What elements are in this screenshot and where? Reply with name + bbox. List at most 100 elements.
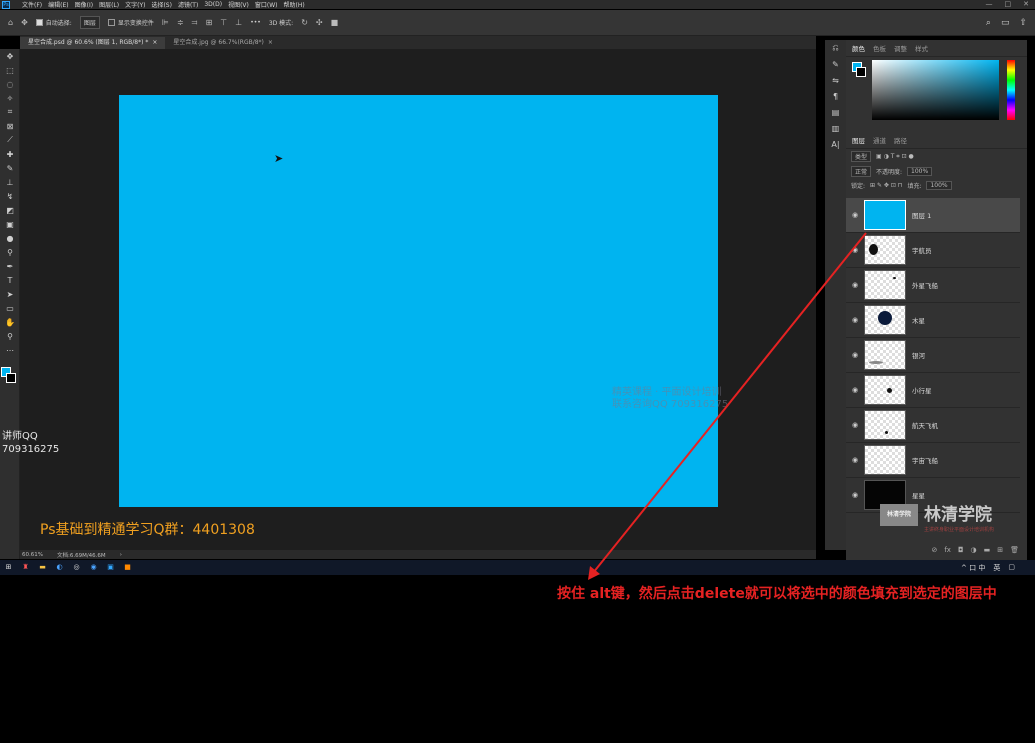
layer-thumbnail[interactable] (864, 235, 906, 265)
hue-slider[interactable] (1007, 60, 1015, 120)
tab-paths[interactable]: 路径 (894, 135, 907, 145)
menu-file[interactable]: 文件(F) (22, 0, 42, 9)
healing-brush-tool-icon[interactable]: ✚ (0, 147, 20, 161)
history-brush-tool-icon[interactable]: ↯ (0, 189, 20, 203)
adjustment-layer-icon[interactable]: ◑ (971, 546, 977, 558)
layer-row[interactable]: ◉ 宇宙飞船 (846, 443, 1020, 478)
lock-icons[interactable]: ⊞ ✎ ✥ ⊡ ⊓ (870, 182, 902, 189)
menu-view[interactable]: 视图(V) (228, 0, 249, 9)
photoshop-logo-icon[interactable]: Ps (2, 0, 10, 9)
eraser-tool-icon[interactable]: ◩ (0, 203, 20, 217)
fx-icon[interactable]: fx (944, 546, 951, 558)
marquee-tool-icon[interactable]: ⬚ (0, 63, 20, 77)
recorder-icon[interactable]: ■ (123, 563, 132, 572)
document-tab-jpg[interactable]: 星空合成.jpg @ 66.7%(RGB/8*) × (165, 37, 281, 49)
search-icon[interactable]: ⌕ (986, 18, 991, 28)
visibility-eye-icon[interactable]: ◉ (846, 316, 864, 324)
hand-tool-icon[interactable]: ✋ (0, 315, 20, 329)
menu-window[interactable]: 窗口(W) (255, 0, 278, 9)
more-options-button[interactable]: ••• (250, 19, 261, 26)
align-top-icon[interactable]: ⊤ (220, 18, 227, 27)
chrome-icon[interactable]: ◎ (72, 563, 81, 572)
layer-thumbnail[interactable] (864, 375, 906, 405)
tab-layers[interactable]: 图层 (852, 135, 865, 145)
document-canvas[interactable] (119, 95, 718, 507)
lasso-tool-icon[interactable]: ◌ (0, 77, 20, 91)
link-layers-icon[interactable]: ⊘ (931, 546, 937, 558)
3d-pan-icon[interactable]: ✣ (316, 18, 323, 27)
new-layer-icon[interactable]: ⊞ (997, 546, 1003, 558)
tab-adjustments[interactable]: 调整 (894, 43, 907, 53)
3d-orbit-icon[interactable]: ↻ (301, 18, 308, 27)
tray-icons[interactable]: ^ 口 中 (961, 563, 985, 573)
paragraph-icon[interactable]: ¶ (825, 88, 846, 104)
type-tool-icon[interactable]: T (0, 273, 20, 287)
layer-row[interactable]: ◉ 木星 (846, 303, 1020, 338)
align-right-icon[interactable]: ⫤ (192, 18, 198, 28)
menu-filter[interactable]: 滤镜(T) (178, 0, 198, 9)
layer-thumbnail[interactable] (864, 200, 906, 230)
clone-stamp-tool-icon[interactable]: ⊥ (0, 175, 20, 189)
layer-row[interactable]: ◉ 小行星 (846, 373, 1020, 408)
filter-icons[interactable]: ▣ ◑ T ⌗ ⊡ ● (876, 153, 914, 161)
crop-tool-icon[interactable]: ⌗ (0, 105, 20, 119)
gradient-tool-icon[interactable]: ▣ (0, 217, 20, 231)
close-tab-icon[interactable]: × (152, 37, 157, 49)
tab-styles[interactable]: 样式 (915, 43, 928, 53)
workspace-icon[interactable]: ▭ (1001, 18, 1010, 28)
more-tools-icon[interactable]: ⋯ (0, 343, 20, 357)
app-icon[interactable]: ♜ (21, 563, 30, 572)
close-tab-icon[interactable]: × (268, 37, 273, 49)
layer-thumbnail[interactable] (864, 410, 906, 440)
layer-row[interactable]: ◉ 图层 1 (846, 198, 1020, 233)
visibility-eye-icon[interactable]: ◉ (846, 281, 864, 289)
windows-start-icon[interactable]: ⊞ (4, 563, 13, 572)
close-button[interactable]: ✕ (1023, 0, 1029, 8)
menu-3d[interactable]: 3D(D) (204, 1, 222, 8)
dodge-tool-icon[interactable]: ⚲ (0, 245, 20, 259)
brush-settings-icon[interactable]: ✎ (825, 56, 846, 72)
layer-thumbnail[interactable] (864, 340, 906, 370)
tab-color[interactable]: 颜色 (852, 43, 865, 53)
color-picker-field[interactable] (872, 60, 999, 120)
visibility-eye-icon[interactable]: ◉ (846, 386, 864, 394)
group-icon[interactable]: ▬ (984, 546, 991, 558)
visibility-eye-icon[interactable]: ◉ (846, 211, 864, 219)
trash-icon[interactable]: 🗑 (1010, 546, 1019, 558)
visibility-eye-icon[interactable]: ◉ (846, 351, 864, 359)
character-icon[interactable]: A| (825, 136, 846, 152)
layer-filter-kind[interactable]: 类型 (851, 151, 872, 162)
move-tool-icon[interactable]: ✥ (21, 18, 28, 27)
distribute-icon[interactable]: ⊞ (206, 18, 213, 27)
share-icon[interactable]: ⇧ (1019, 18, 1027, 28)
layer-row[interactable]: ◉ 外星飞船 (846, 268, 1020, 303)
maximize-button[interactable]: □ (1005, 0, 1012, 8)
menu-image[interactable]: 图像(I) (75, 0, 93, 9)
3d-camera-icon[interactable]: ■ (331, 18, 339, 27)
opacity-input[interactable]: 100% (907, 167, 933, 176)
libraries-icon[interactable]: ▤ (825, 104, 846, 120)
panel-background-swatch[interactable] (856, 67, 866, 77)
notification-icon[interactable]: ▢ (1008, 563, 1015, 573)
history-panel-icon[interactable]: ⎌ (825, 40, 846, 56)
auto-select-dropdown[interactable]: 图层 (79, 16, 100, 29)
adjustments-icon[interactable]: ⇋ (825, 72, 846, 88)
properties-icon[interactable]: ▥ (825, 120, 846, 136)
background-color-swatch[interactable] (6, 373, 16, 383)
menu-layer[interactable]: 图层(L) (99, 0, 119, 9)
align-middle-icon[interactable]: ⊥ (235, 18, 242, 27)
align-left-icon[interactable]: ⊫ (162, 18, 169, 27)
align-center-icon[interactable]: ≑ (177, 18, 184, 27)
tab-channels[interactable]: 通道 (873, 135, 886, 145)
menu-select[interactable]: 选择(S) (151, 0, 172, 9)
menu-help[interactable]: 帮助(H) (284, 0, 305, 9)
status-arrow-icon[interactable]: › (120, 552, 122, 558)
show-transform-checkbox[interactable] (107, 19, 115, 26)
path-selection-tool-icon[interactable]: ➤ (0, 287, 20, 301)
rectangle-tool-icon[interactable]: ▭ (0, 301, 20, 315)
blend-mode-select[interactable]: 正常 (851, 166, 872, 177)
visibility-eye-icon[interactable]: ◉ (846, 421, 864, 429)
visibility-eye-icon[interactable]: ◉ (846, 246, 864, 254)
auto-select-option[interactable]: 自动选择: (35, 18, 72, 27)
zoom-level[interactable]: 60.61% (22, 552, 43, 558)
